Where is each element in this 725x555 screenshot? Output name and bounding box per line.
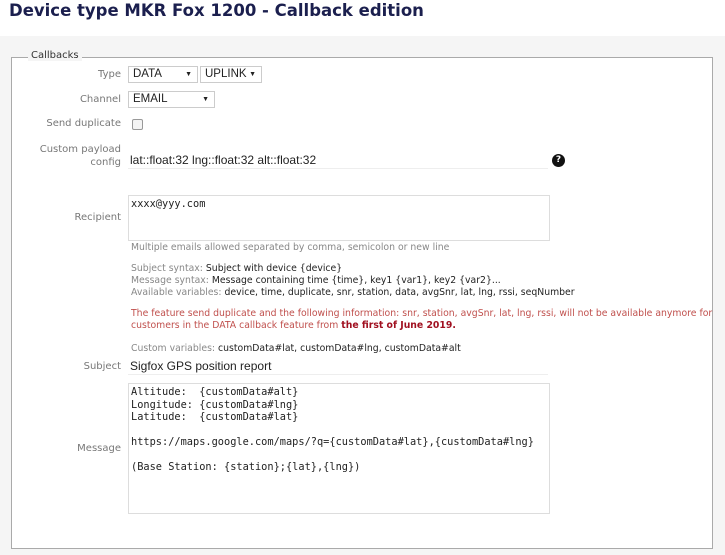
custom-variables: Custom variables: customData#lat, custom…: [131, 343, 461, 354]
available-variables-value: device, time, duplicate, snr, station, d…: [224, 287, 575, 298]
custom-payload-label: Custom payload config: [11, 143, 121, 169]
page-title: Device type MKR Fox 1200 - Callback edit…: [9, 1, 424, 20]
recipient-textarea[interactable]: xxxx@yyy.com: [128, 195, 550, 241]
subject-label: Subject: [83, 361, 121, 372]
message-syntax: Message syntax: Message containing time …: [131, 275, 501, 286]
available-variables: Available variables: device, time, dupli…: [131, 287, 575, 298]
recipient-hint: Multiple emails allowed separated by com…: [131, 242, 450, 253]
type-value: DATA: [133, 68, 162, 80]
warning-date: the first of June 2019.: [341, 320, 456, 331]
custom-payload-input[interactable]: lat::float:32 lng::float:32 alt::float:3…: [128, 152, 548, 169]
chevron-down-icon: ▼: [185, 71, 192, 78]
type-select[interactable]: DATA ▼: [128, 66, 198, 83]
send-duplicate-checkbox[interactable]: [132, 119, 143, 130]
subject-syntax-label: Subject syntax:: [131, 263, 203, 274]
send-duplicate-label: Send duplicate: [46, 118, 121, 129]
custom-variables-label: Custom variables:: [131, 343, 216, 354]
channel-value: EMAIL: [133, 93, 168, 105]
subject-syntax: Subject syntax: Subject with device {dev…: [131, 263, 342, 274]
channel-label: Channel: [79, 94, 121, 105]
warning-line2: customers in the DATA callback feature f…: [131, 320, 456, 331]
fieldset-legend: Callbacks: [28, 50, 82, 61]
message-syntax-label: Message syntax:: [131, 275, 209, 286]
type-label: Type: [98, 69, 121, 80]
warning-line1: The feature send duplicate and the follo…: [131, 308, 713, 319]
message-textarea[interactable]: Altitude: {customData#alt} Longitude: {c…: [128, 383, 550, 514]
chevron-down-icon: ▼: [249, 71, 256, 78]
message-syntax-value: Message containing time {time}, key1 {va…: [211, 275, 501, 286]
subject-input[interactable]: Sigfox GPS position report: [128, 358, 548, 375]
custom-payload-label-line1: Custom payload: [39, 144, 121, 155]
subject-syntax-value: Subject with device {device}: [205, 263, 343, 274]
available-variables-label: Available variables:: [131, 287, 222, 298]
direction-value: UPLINK: [205, 68, 247, 80]
help-icon[interactable]: ?: [552, 154, 565, 167]
recipient-label: Recipient: [74, 212, 121, 223]
message-label: Message: [77, 443, 121, 454]
custom-payload-label-line2: config: [90, 157, 121, 168]
channel-select[interactable]: EMAIL ▼: [128, 91, 215, 108]
custom-variables-value: customData#lat, customData#lng, customDa…: [218, 343, 461, 354]
direction-select[interactable]: UPLINK ▼: [200, 66, 262, 83]
chevron-down-icon: ▼: [202, 96, 209, 103]
warning-text: customers in the DATA callback feature f…: [131, 320, 342, 331]
